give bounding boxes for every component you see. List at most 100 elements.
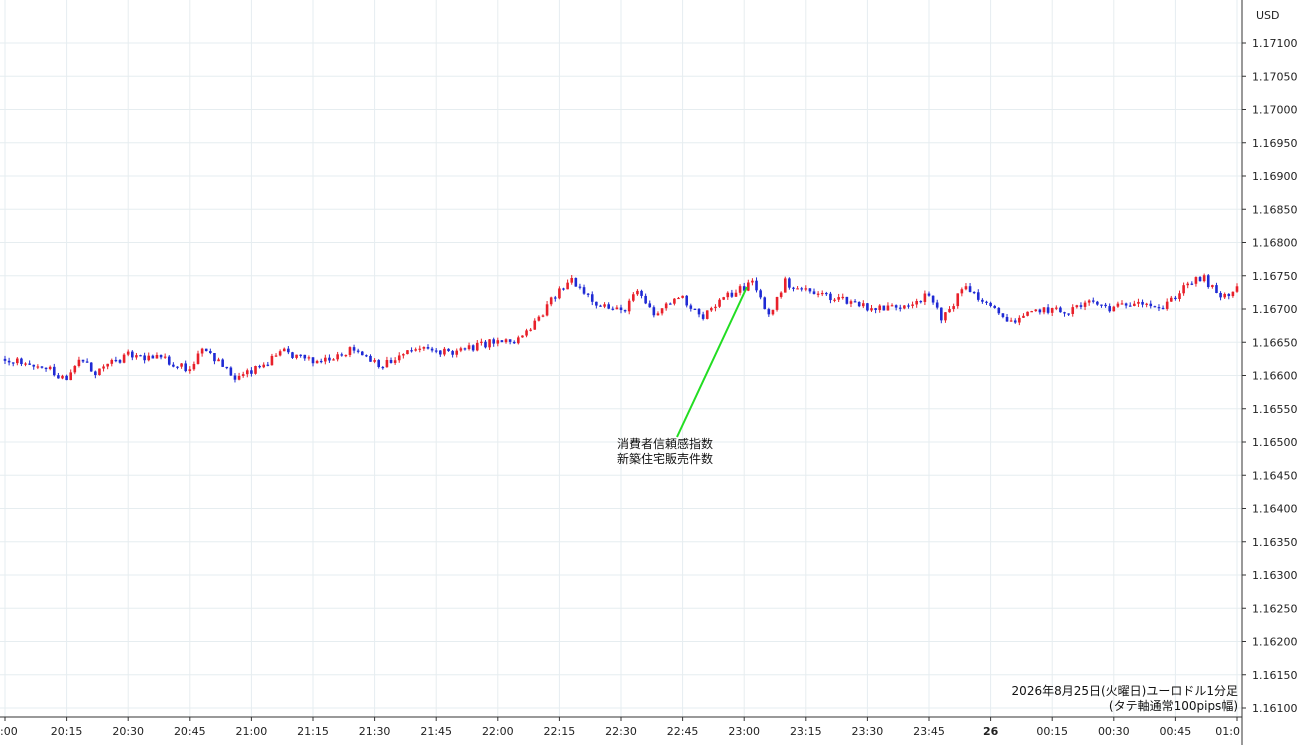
event-annotation: 消費者信頼感指数 新築住宅販売件数 bbox=[617, 286, 748, 466]
candle-body bbox=[710, 308, 713, 311]
candle-body bbox=[1137, 301, 1140, 304]
candle-body bbox=[295, 354, 298, 358]
candle-body bbox=[200, 348, 204, 354]
time-tick-label: 22:00 bbox=[482, 725, 514, 738]
candle-body bbox=[184, 363, 187, 372]
candle-body bbox=[492, 339, 495, 344]
candle-body bbox=[595, 301, 598, 306]
candle-body bbox=[237, 375, 241, 380]
candle-body bbox=[553, 297, 557, 299]
candle-body bbox=[180, 363, 183, 367]
candle-body bbox=[1235, 286, 1239, 292]
candle-body bbox=[147, 355, 151, 361]
candle-body bbox=[89, 362, 93, 372]
price-tick-label: 1.17100 bbox=[1252, 37, 1298, 50]
candle-body bbox=[426, 347, 430, 349]
price-tick-label: 1.16550 bbox=[1252, 403, 1298, 416]
candle-body bbox=[644, 295, 647, 304]
time-tick-label: 21:30 bbox=[359, 725, 391, 738]
candle-body bbox=[796, 288, 799, 290]
candle-body bbox=[1112, 306, 1116, 312]
candle-body bbox=[816, 293, 820, 295]
candle-body bbox=[874, 308, 877, 311]
candle-body bbox=[1104, 304, 1107, 307]
candle-body bbox=[1206, 275, 1210, 288]
candle-body bbox=[229, 367, 233, 376]
caption-line-1: 2026年8月25日(火曜日)ユーロドル1分足 bbox=[1012, 684, 1238, 698]
candle-body bbox=[779, 292, 783, 297]
candle-body bbox=[1169, 297, 1173, 302]
candle-body bbox=[882, 305, 886, 311]
candle-body bbox=[406, 350, 409, 355]
candle-body bbox=[763, 297, 767, 310]
candle-body bbox=[1022, 315, 1025, 318]
candle-body bbox=[1227, 293, 1231, 297]
candle-body bbox=[106, 363, 109, 367]
candle-body bbox=[1005, 316, 1009, 322]
candle-body bbox=[1149, 303, 1153, 307]
candle-body bbox=[336, 354, 339, 360]
candle-body bbox=[402, 354, 405, 356]
candle-body bbox=[1128, 305, 1132, 307]
candle-body bbox=[562, 288, 565, 290]
candle-body bbox=[340, 354, 344, 356]
candle-body bbox=[1231, 291, 1235, 297]
candle-body bbox=[525, 330, 528, 336]
candle-body bbox=[718, 299, 721, 307]
price-tick-label: 1.16900 bbox=[1252, 170, 1298, 183]
candle-body bbox=[890, 305, 894, 307]
candle-body bbox=[451, 351, 454, 355]
candle-body bbox=[1174, 297, 1177, 299]
candle-body bbox=[159, 354, 163, 358]
candle-body bbox=[1059, 307, 1062, 313]
candle-body bbox=[94, 371, 97, 376]
candle-body bbox=[287, 348, 290, 353]
candle-body bbox=[1030, 311, 1033, 313]
candle-body bbox=[829, 293, 832, 301]
candle-body bbox=[172, 364, 175, 367]
candle-body bbox=[722, 297, 725, 300]
candle-body bbox=[993, 305, 997, 308]
candle-body bbox=[397, 355, 401, 361]
candle-body bbox=[418, 348, 422, 350]
candle-body bbox=[701, 314, 705, 319]
candle-body bbox=[32, 364, 36, 367]
candle-body bbox=[484, 341, 487, 348]
candle-body bbox=[11, 362, 15, 364]
price-tick-label: 1.16800 bbox=[1252, 237, 1298, 250]
candle-body bbox=[1157, 307, 1161, 309]
candle-body bbox=[664, 303, 668, 309]
candle-body bbox=[652, 307, 656, 316]
candle-body bbox=[221, 359, 224, 367]
candle-body bbox=[714, 306, 717, 309]
price-unit-label: USD bbox=[1256, 9, 1280, 22]
candle-body bbox=[886, 305, 890, 311]
candle-body bbox=[463, 348, 467, 350]
candle-body bbox=[258, 365, 261, 368]
candle-body bbox=[759, 290, 762, 298]
candle-body bbox=[373, 360, 376, 362]
candle-body bbox=[800, 288, 803, 290]
candle-body bbox=[52, 366, 56, 376]
candle-body bbox=[167, 356, 171, 365]
candle-body bbox=[315, 360, 319, 364]
candle-body bbox=[241, 374, 245, 376]
candle-body bbox=[1178, 293, 1181, 299]
candle-body bbox=[673, 298, 676, 304]
candle-body bbox=[1219, 292, 1222, 298]
candle-body bbox=[960, 289, 964, 294]
price-axis: 1.17100 1.17050 1.17000 1.16950 1.16900 1.168… bbox=[1242, 37, 1298, 715]
candle-body bbox=[878, 305, 882, 311]
candle-body bbox=[668, 303, 672, 305]
candle-body bbox=[356, 350, 360, 352]
candle-body bbox=[3, 358, 7, 361]
candle-body bbox=[730, 292, 734, 297]
price-tick-label: 1.16400 bbox=[1252, 503, 1298, 516]
time-tick-label: 23:45 bbox=[913, 725, 945, 738]
time-tick-label: 21:15 bbox=[297, 725, 329, 738]
candle-body bbox=[771, 309, 775, 315]
candle-body bbox=[1087, 300, 1091, 303]
candle-body bbox=[1182, 285, 1185, 294]
candle-body bbox=[549, 297, 553, 305]
candle-body bbox=[656, 313, 660, 316]
